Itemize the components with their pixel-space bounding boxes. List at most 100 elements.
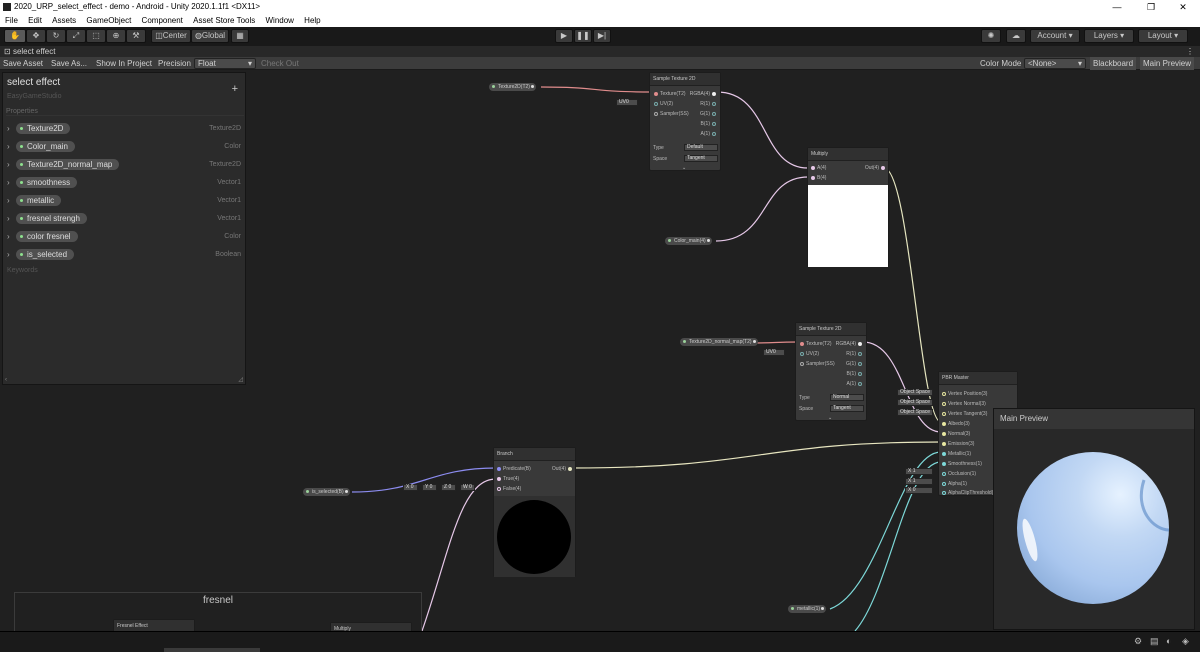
port-b-in[interactable]: B(4) — [809, 175, 826, 181]
port-rgba-out[interactable]: RGBA(4) — [690, 91, 718, 97]
texture2d-property-node[interactable]: Texture2D(T2) — [489, 83, 536, 91]
menu-asset-store-tools[interactable]: Asset Store Tools — [193, 16, 255, 25]
port-smoothness[interactable]: Smoothness(1) — [940, 461, 982, 467]
metallic-property-node[interactable]: metallic(1) — [788, 605, 827, 613]
chevron-right-icon[interactable]: › — [7, 124, 10, 133]
main-preview-toggle[interactable]: Main Preview — [1140, 57, 1195, 70]
transform-tool-button[interactable]: ⊕ — [106, 29, 126, 43]
port-alpha[interactable]: Alpha(1) — [940, 481, 967, 487]
property-pill[interactable]: smoothness — [16, 177, 78, 188]
resize-handle-icon[interactable]: ◿ — [238, 376, 243, 383]
port-b-out[interactable]: B(1) — [701, 121, 718, 127]
port-vertex-tangent[interactable]: Vertex Tangent(3) — [940, 411, 987, 417]
port-emission[interactable]: Emission(3) — [940, 441, 974, 447]
snap-button[interactable]: ▦ — [231, 29, 249, 43]
lighting-icon[interactable]: ◐ — [1166, 636, 1171, 646]
property-pill[interactable]: Texture2D_normal_map — [16, 159, 120, 170]
tab-menu-icon[interactable]: ⋮ — [1186, 46, 1194, 57]
type-dropdown[interactable]: Normal — [830, 394, 864, 401]
scroll-left-icon[interactable]: ‹ — [5, 377, 7, 383]
property-row[interactable]: › is_selected Boolean — [7, 249, 241, 262]
pivot-global-button[interactable]: ◍Global — [191, 29, 229, 43]
normal-map-property-node[interactable]: Texture2D_normal_map(T2) — [680, 338, 758, 346]
color-main-property-node[interactable]: Color_main(4) — [665, 237, 712, 245]
branch-node[interactable]: Branch Predicate(B) True(4) False(4) Out… — [493, 447, 576, 577]
port-albedo[interactable]: Albedo(3) — [940, 421, 970, 427]
port-metallic[interactable]: Metallic(1) — [940, 451, 971, 457]
pivot-center-button[interactable]: ◫Center — [151, 29, 191, 43]
port-predicate-in[interactable]: Predicate(B) — [495, 466, 531, 472]
port-false-in[interactable]: False(4) — [495, 486, 521, 492]
chevron-right-icon[interactable]: › — [7, 142, 10, 151]
layout-dropdown[interactable]: Layout ▾ — [1138, 29, 1188, 43]
port-a-in[interactable]: A(4) — [809, 165, 826, 171]
multiply-node[interactable]: Multiply A(4) B(4) Out(4) — [807, 147, 889, 267]
false-x-field[interactable]: X 0 — [403, 484, 418, 491]
chevron-right-icon[interactable]: › — [7, 250, 10, 259]
chevron-right-icon[interactable]: › — [7, 196, 10, 205]
type-dropdown[interactable]: Default — [684, 144, 718, 151]
menu-edit[interactable]: Edit — [28, 16, 42, 25]
hand-tool-button[interactable]: ✋ — [4, 29, 26, 43]
property-row[interactable]: › fresnel strengh Vector1 — [7, 213, 241, 226]
precision-dropdown[interactable]: Float ▾ — [194, 58, 256, 69]
property-pill[interactable]: metallic — [16, 195, 62, 206]
port-sampler-in[interactable]: Sampler(SS) — [652, 111, 689, 117]
object-space-dropdown[interactable]: Object Space — [897, 409, 933, 416]
multiply-node-2[interactable]: Multiply — [330, 622, 412, 631]
port-vertex-position[interactable]: Vertex Position(3) — [940, 391, 987, 397]
move-tool-button[interactable]: ✥ — [26, 29, 46, 43]
port-r-out[interactable]: R(1) — [700, 101, 718, 107]
port-texture-in[interactable]: Texture(T2) — [798, 341, 832, 347]
tab-select-effect[interactable]: ⊡ select effect — [4, 46, 55, 57]
bug-report-icon[interactable]: ⚙ — [1134, 636, 1142, 647]
uv-channel-dropdown[interactable]: UV0 — [616, 99, 638, 106]
port-b-out[interactable]: B(1) — [847, 371, 864, 377]
object-space-dropdown[interactable]: Object Space — [897, 399, 933, 406]
port-r-out[interactable]: R(1) — [846, 351, 864, 357]
port-out[interactable]: Out(4) — [552, 466, 574, 472]
port-occlusion[interactable]: Occlusion(1) — [940, 471, 976, 477]
menu-file[interactable]: File — [5, 16, 18, 25]
property-pill[interactable]: is_selected — [16, 249, 75, 260]
check-out-button[interactable]: Check Out — [261, 57, 299, 70]
show-in-project-button[interactable]: Show In Project — [96, 57, 152, 70]
port-g-out[interactable]: G(1) — [846, 361, 864, 367]
port-uv-in[interactable]: UV(2) — [798, 351, 819, 357]
false-z-field[interactable]: Z 0 — [441, 484, 456, 491]
menu-window[interactable]: Window — [265, 16, 293, 25]
scale-tool-button[interactable]: ⤢ — [66, 29, 86, 43]
occlusion-value[interactable]: X 1 — [905, 468, 933, 475]
minimize-button[interactable]: — — [1100, 0, 1134, 14]
property-row[interactable]: › Texture2D Texture2D — [7, 123, 241, 136]
sample-texture-node[interactable]: Sample Texture 2D Texture(T2) UV(2) Samp… — [649, 72, 721, 171]
property-pill[interactable]: Texture2D — [16, 123, 71, 134]
is-selected-property-node[interactable]: is_selected(B) — [303, 488, 350, 496]
collab-status-icon[interactable]: ◈ — [1182, 636, 1189, 647]
custom-tool-button[interactable]: ⚒ — [126, 29, 146, 43]
save-asset-button[interactable]: Save Asset — [3, 57, 43, 70]
graph-canvas[interactable]: select effect EasyGameStudio + Propertie… — [0, 71, 1200, 631]
color-mode-dropdown[interactable]: <None> ▾ — [1024, 58, 1086, 69]
port-uv-in[interactable]: UV(2) — [652, 101, 673, 107]
sample-normal-texture-node[interactable]: Sample Texture 2D Texture(T2) UV(2) Samp… — [795, 322, 867, 421]
menu-assets[interactable]: Assets — [52, 16, 76, 25]
uv-channel-dropdown[interactable]: UV0 — [763, 349, 785, 356]
collab-button[interactable]: ✺ — [981, 29, 1001, 43]
property-pill[interactable]: Color_main — [16, 141, 75, 152]
save-as-button[interactable]: Save As... — [51, 57, 87, 70]
port-sampler-in[interactable]: Sampler(SS) — [798, 361, 835, 367]
port-g-out[interactable]: G(1) — [700, 111, 718, 117]
false-w-field[interactable]: W 0 — [460, 484, 475, 491]
rect-tool-button[interactable]: ⬚ — [86, 29, 106, 43]
restore-button[interactable]: ❐ — [1134, 0, 1168, 14]
property-row[interactable]: › smoothness Vector1 — [7, 177, 241, 190]
rotate-tool-button[interactable]: ↻ — [46, 29, 66, 43]
port-normal[interactable]: Normal(3) — [940, 431, 970, 437]
port-a-out[interactable]: A(1) — [701, 131, 718, 137]
space-dropdown[interactable]: Tangent — [684, 155, 718, 162]
port-rgba-out[interactable]: RGBA(4) — [836, 341, 864, 347]
false-y-field[interactable]: Y 0 — [422, 484, 437, 491]
step-button[interactable]: ▶| — [593, 29, 611, 43]
console-icon[interactable]: ▤ — [1150, 636, 1159, 647]
